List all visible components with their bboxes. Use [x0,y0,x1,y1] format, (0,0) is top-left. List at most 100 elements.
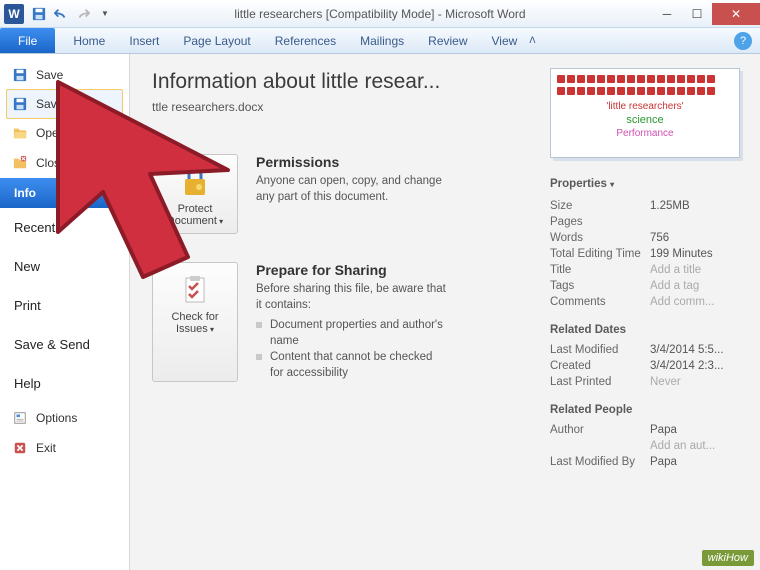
sidebar-new[interactable]: New [0,247,129,286]
qat-customize-button[interactable]: ▼ [96,5,114,23]
sidebar-options[interactable]: Options [0,403,129,433]
window-controls: ─ ☐ ✕ [652,3,760,25]
permissions-desc: Anyone can open, copy, and change any pa… [256,173,446,205]
save-as-icon [12,96,28,112]
sidebar-label: New [14,259,40,274]
sidebar-help[interactable]: Help [0,364,129,403]
property-value[interactable]: Add a tag [650,280,699,292]
property-value[interactable]: Add comm... [650,296,715,308]
related-people-header: Related People [550,404,746,416]
tab-references[interactable]: References [263,28,348,53]
check-issues-button[interactable]: Check for Issues ▾ [152,262,238,382]
prepare-desc: Before sharing this file, be aware that … [256,281,446,313]
prepare-bullets: Document properties and author's name Co… [256,317,446,381]
sidebar-label: Recent [14,220,55,235]
permissions-section: Protect Document ▾ Permissions Anyone ca… [152,154,528,234]
options-icon [12,410,28,426]
redo-icon [76,7,90,21]
ribbon-minimize-icon[interactable]: ᐱ [529,35,541,46]
property-row: Total Editing Time199 Minutes [550,246,746,262]
property-value: 199 Minutes [650,248,713,260]
tab-view[interactable]: View [480,28,530,53]
property-key: Total Editing Time [550,248,650,260]
property-row: Pages [550,214,746,230]
thumb-text: science [557,114,733,126]
property-value: Papa [650,424,677,436]
sidebar-label: Print [14,298,41,313]
qat-save-button[interactable] [30,5,48,23]
tab-review[interactable]: Review [416,28,479,53]
property-value[interactable]: Never [650,376,681,388]
property-key: Title [550,264,650,276]
sidebar-open[interactable]: Open [0,118,129,148]
wikihow-watermark: wikiHow [702,550,754,566]
backstage-view: Save Save As Open Close Info Recent New … [0,54,760,570]
prepare-section: Check for Issues ▾ Prepare for Sharing B… [152,262,528,382]
qat-redo-button[interactable] [74,5,92,23]
sidebar-save[interactable]: Save [0,60,129,90]
minimize-button[interactable]: ─ [652,3,682,25]
property-value: 1.25MB [650,200,690,212]
property-key: Tags [550,280,650,292]
exit-icon [12,440,28,456]
property-key: Words [550,232,650,244]
property-value: 3/4/2014 5:5... [650,344,724,356]
property-row: Created3/4/2014 2:3... [550,358,746,374]
property-key [550,440,650,452]
property-row: TitleAdd a title [550,262,746,278]
tab-mailings[interactable]: Mailings [348,28,416,53]
sidebar-info[interactable]: Info [0,178,129,208]
property-key: Author [550,424,650,436]
property-value: 756 [650,232,669,244]
property-value: Papa [650,456,677,468]
file-path: ttle researchers.docx [152,100,528,114]
sidebar-label: Save & Send [14,337,90,352]
property-value[interactable]: Add a title [650,264,701,276]
maximize-button[interactable]: ☐ [682,3,712,25]
file-tab[interactable]: File [0,28,55,53]
property-row: Size1.25MB [550,198,746,214]
sidebar-exit[interactable]: Exit [0,433,129,463]
ribbon: File Home Insert Page Layout References … [0,28,760,54]
backstage-sidebar: Save Save As Open Close Info Recent New … [0,54,130,570]
tab-page-layout[interactable]: Page Layout [171,28,262,53]
sidebar-print[interactable]: Print [0,286,129,325]
property-row: TagsAdd a tag [550,278,746,294]
property-key: Pages [550,216,650,228]
property-row: Add an aut... [550,438,746,454]
properties-header[interactable]: Properties ▾ [550,178,746,190]
lock-icon [157,165,233,199]
sidebar-label: Help [14,376,41,391]
sidebar-label: Info [14,186,36,200]
sidebar-label: Save [36,68,63,82]
property-value[interactable]: Add an aut... [650,440,715,452]
tab-insert[interactable]: Insert [117,28,171,53]
sidebar-close[interactable]: Close [0,148,129,178]
property-row: Last Modified3/4/2014 5:5... [550,342,746,358]
close-icon [12,155,28,171]
close-button[interactable]: ✕ [712,3,760,25]
bullet-item: Document properties and author's name [256,317,446,349]
sidebar-save-as[interactable]: Save As [6,89,123,119]
related-dates-header: Related Dates [550,324,746,336]
undo-icon [54,7,68,21]
quick-access-toolbar: ▼ [30,5,114,23]
sidebar-recent[interactable]: Recent [0,208,129,247]
sidebar-label: Close [36,156,67,170]
document-thumbnail[interactable]: 'little researchers' science Performance [550,68,740,158]
permissions-title: Permissions [256,154,446,170]
qat-undo-button[interactable] [52,5,70,23]
sidebar-label: Open [36,126,65,140]
title-bar: W ▼ little researchers [Compatibility Mo… [0,0,760,28]
property-key: Comments [550,296,650,308]
word-app-icon: W [4,4,24,24]
help-icon[interactable]: ? [734,32,752,50]
bullet-item: Content that cannot be checked for acces… [256,349,446,381]
button-label: Protect Document [167,203,217,227]
tab-home[interactable]: Home [61,28,117,53]
thumb-text: 'little researchers' [557,101,733,112]
sidebar-save-send[interactable]: Save & Send [0,325,129,364]
protect-document-button[interactable]: Protect Document ▾ [152,154,238,234]
properties-panel: 'little researchers' science Performance… [538,54,760,570]
property-key: Created [550,360,650,372]
